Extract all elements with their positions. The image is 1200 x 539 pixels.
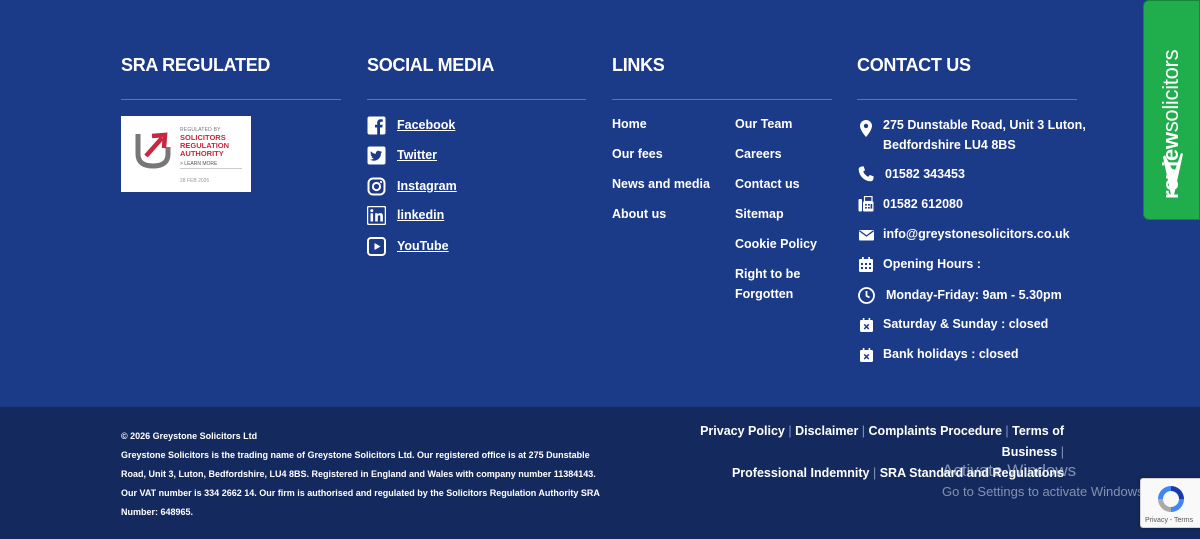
- divider: [612, 99, 832, 100]
- logo-part-light: solicitors: [1158, 49, 1183, 133]
- calendar-icon: [857, 255, 875, 273]
- email-address[interactable]: info@greystonesolicitors.co.uk: [883, 224, 1070, 244]
- social-link-label[interactable]: Twitter: [397, 148, 437, 162]
- contact-address: 275 Dunstable Road, Unit 3 Luton, Bedfor…: [857, 115, 1086, 155]
- footer-link-line: Right to be: [735, 267, 801, 281]
- social-column: SOCIAL MEDIA Facebook Twitter Instagram …: [367, 54, 586, 256]
- footer-link-right-to-be-forgotten[interactable]: Right to be Forgotten: [735, 264, 825, 304]
- footer-link-our-team[interactable]: Our Team: [735, 114, 792, 134]
- fax-icon: [857, 195, 875, 213]
- calendar-closed-icon: [857, 316, 875, 334]
- footer-link-sitemap[interactable]: Sitemap: [735, 204, 784, 224]
- contact-weekdays: Monday-Friday: 9am - 5.30pm: [857, 285, 1062, 305]
- complaints-procedure-link[interactable]: Complaints Procedure: [869, 424, 1002, 438]
- phone-number[interactable]: 01582 343453: [885, 164, 965, 184]
- sra-column: SRA REGULATED REGULATED BY SOLICITORS RE…: [121, 54, 341, 192]
- footer-link-about-us[interactable]: About us: [612, 204, 666, 224]
- address-line: Bedfordshire LU4 8BS: [883, 138, 1016, 152]
- social-link-label[interactable]: linkedin: [397, 208, 444, 222]
- footer-link-cookie-policy[interactable]: Cookie Policy: [735, 234, 817, 254]
- contact-email[interactable]: info@greystonesolicitors.co.uk: [857, 224, 1070, 244]
- divider: [857, 99, 1077, 100]
- facebook-icon: [367, 116, 386, 135]
- sra-heading: SRA REGULATED: [121, 55, 271, 75]
- footer-link-our-fees[interactable]: Our fees: [612, 144, 663, 164]
- contact-bank-holidays: Bank holidays : closed: [857, 344, 1018, 364]
- social-link-facebook[interactable]: Facebook: [367, 115, 455, 135]
- sra-badge[interactable]: REGULATED BY SOLICITORS REGULATION AUTHO…: [121, 116, 251, 192]
- social-link-label[interactable]: YouTube: [397, 239, 449, 253]
- separator: |: [1060, 445, 1064, 459]
- contact-weekend: Saturday & Sunday : closed: [857, 314, 1048, 334]
- footer-bottom: © 2026 Greystone Solicitors Ltd Greyston…: [0, 407, 1200, 539]
- sra-title-line: AUTHORITY: [180, 149, 224, 158]
- instagram-icon: [367, 177, 386, 196]
- watermark-subtitle: Go to Settings to activate Windows.: [942, 484, 1148, 499]
- separator: |: [788, 424, 792, 438]
- contact-phone[interactable]: 01582 343453: [857, 164, 965, 184]
- sra-date: 28 FEB 2026: [180, 178, 210, 184]
- footer-link-careers[interactable]: Careers: [735, 144, 782, 164]
- map-pin-icon: [857, 119, 875, 137]
- professional-indemnity-link[interactable]: Professional Indemnity: [732, 466, 870, 480]
- privacy-policy-link[interactable]: Privacy Policy: [700, 424, 785, 438]
- contact-hours-title: Opening Hours :: [857, 254, 981, 274]
- youtube-icon: [367, 236, 386, 256]
- twitter-icon: [367, 146, 386, 165]
- copyright: © 2026 Greystone Solicitors Ltd: [121, 431, 258, 441]
- footer-top: SRA REGULATED REGULATED BY SOLICITORS RE…: [0, 0, 1200, 407]
- social-link-instagram[interactable]: Instagram: [367, 176, 457, 196]
- contact-column: CONTACT US 275 Dunstable Road, Unit 3 Lu…: [857, 54, 1086, 362]
- watermark-title: Activate Windows: [942, 461, 1077, 480]
- phone-icon: [857, 165, 875, 183]
- checkmark-icon: [1163, 153, 1183, 195]
- linkedin-icon: [367, 205, 386, 225]
- divider: [180, 168, 242, 169]
- weekday-hours: Monday-Friday: 9am - 5.30pm: [886, 288, 1062, 302]
- footer-link-line: Forgotten: [735, 287, 794, 301]
- recaptcha-badge[interactable]: Privacy - Terms: [1140, 478, 1200, 528]
- activate-windows-watermark: Activate Windows Go to Settings to activ…: [942, 460, 1147, 502]
- separator: |: [872, 466, 877, 480]
- bank-holiday-hours: Bank holidays : closed: [883, 347, 1019, 361]
- divider: [367, 99, 586, 100]
- links-column: LINKS Home Our fees News and media About…: [612, 54, 832, 301]
- footer-link-home[interactable]: Home: [612, 114, 647, 134]
- calendar-closed-icon: [857, 346, 875, 364]
- social-link-label[interactable]: Instagram: [397, 179, 457, 193]
- recaptcha-icon: [1158, 486, 1184, 512]
- separator: |: [1005, 424, 1009, 438]
- address-line: 275 Dunstable Road, Unit 3 Luton,: [883, 118, 1086, 132]
- legal-text: © 2026 Greystone Solicitors Ltd Greyston…: [121, 427, 601, 522]
- sra-logo-icon: [135, 132, 171, 169]
- social-heading: SOCIAL MEDIA: [367, 55, 495, 75]
- review-solicitors-tab[interactable]: reviewsolicitors: [1143, 0, 1200, 220]
- footer-link-contact-us[interactable]: Contact us: [735, 174, 800, 194]
- weekend-hours: Saturday & Sunday : closed: [883, 317, 1049, 331]
- sra-title: SOLICITORS REGULATION AUTHORITY: [180, 134, 229, 158]
- hours-title: Opening Hours :: [883, 257, 981, 271]
- divider: [121, 99, 341, 100]
- terms-of-business-link[interactable]: Terms of Business: [1002, 424, 1064, 459]
- links-heading: LINKS: [612, 55, 665, 75]
- social-link-youtube[interactable]: YouTube: [367, 236, 449, 256]
- address-text: 275 Dunstable Road, Unit 3 Luton, Bedfor…: [883, 115, 1086, 155]
- social-link-twitter[interactable]: Twitter: [367, 145, 437, 165]
- disclaimer-link[interactable]: Disclaimer: [795, 424, 858, 438]
- social-link-linkedin[interactable]: linkedin: [367, 205, 444, 225]
- footer-link-news-and-media[interactable]: News and media: [612, 174, 710, 194]
- separator: |: [861, 424, 866, 438]
- contact-fax[interactable]: 01582 612080: [857, 194, 963, 214]
- clock-icon: [857, 286, 875, 304]
- contact-heading: CONTACT US: [857, 55, 971, 75]
- sra-learn-more: > LEARN MORE: [180, 161, 218, 167]
- fax-number[interactable]: 01582 612080: [883, 194, 963, 214]
- social-link-label[interactable]: Facebook: [397, 118, 455, 132]
- company-info: Greystone Solicitors is the trading name…: [121, 450, 600, 517]
- recaptcha-links[interactable]: Privacy - Terms: [1145, 517, 1193, 524]
- envelope-icon: [857, 226, 875, 244]
